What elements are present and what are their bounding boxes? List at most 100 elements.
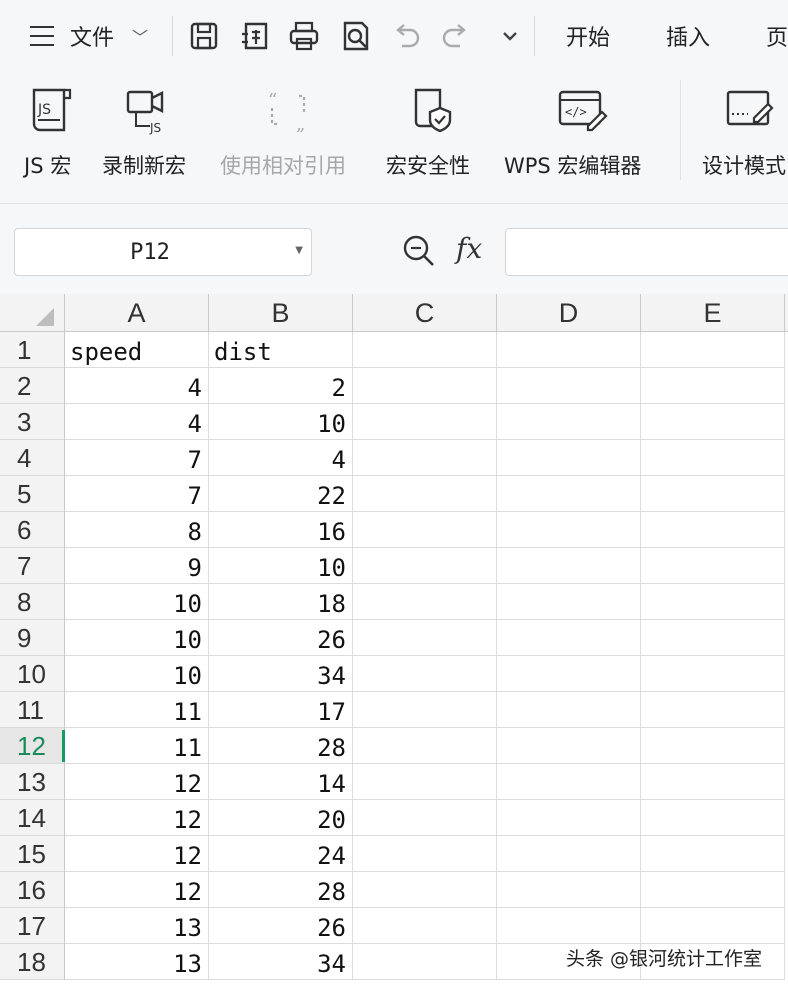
cell-d1[interactable] bbox=[497, 332, 641, 368]
cell-b14[interactable]: 20 bbox=[209, 800, 353, 836]
chevron-down-icon[interactable]: ﹀ bbox=[132, 18, 148, 54]
row-header[interactable]: 7 bbox=[0, 548, 65, 584]
row-header[interactable]: 16 bbox=[0, 872, 65, 908]
cell-a2[interactable]: 4 bbox=[65, 368, 209, 404]
tab-home[interactable]: 开始 bbox=[566, 20, 610, 52]
cell-a11[interactable]: 11 bbox=[65, 692, 209, 728]
save-icon[interactable] bbox=[188, 20, 220, 52]
cell-e5[interactable] bbox=[641, 476, 785, 512]
cell-c7[interactable] bbox=[353, 548, 497, 584]
print-preview-icon[interactable] bbox=[340, 20, 372, 52]
cell-a18[interactable]: 13 bbox=[65, 944, 209, 980]
cell-e13[interactable] bbox=[641, 764, 785, 800]
cell-e7[interactable] bbox=[641, 548, 785, 584]
column-header-e[interactable]: E bbox=[641, 294, 785, 332]
column-header-a[interactable]: A bbox=[65, 294, 209, 332]
cell-e16[interactable] bbox=[641, 872, 785, 908]
dropdown-arrow-icon[interactable]: ▼ bbox=[295, 245, 303, 256]
cell-e12[interactable] bbox=[641, 728, 785, 764]
cell-d5[interactable] bbox=[497, 476, 641, 512]
formula-input[interactable] bbox=[505, 228, 788, 276]
column-header-c[interactable]: C bbox=[353, 294, 497, 332]
cell-a10[interactable]: 10 bbox=[65, 656, 209, 692]
cell-b12[interactable]: 28 bbox=[209, 728, 353, 764]
cell-c15[interactable] bbox=[353, 836, 497, 872]
record-macro-button[interactable]: JS 录制新宏 bbox=[100, 80, 200, 190]
row-header[interactable]: 2 bbox=[0, 368, 65, 404]
cell-b5[interactable]: 22 bbox=[209, 476, 353, 512]
row-header[interactable]: 3 bbox=[0, 404, 65, 440]
cell-b4[interactable]: 4 bbox=[209, 440, 353, 476]
cell-c1[interactable] bbox=[353, 332, 497, 368]
row-header[interactable]: 9 bbox=[0, 620, 65, 656]
cell-c5[interactable] bbox=[353, 476, 497, 512]
cell-a4[interactable]: 7 bbox=[65, 440, 209, 476]
cell-b2[interactable]: 2 bbox=[209, 368, 353, 404]
cell-b15[interactable]: 24 bbox=[209, 836, 353, 872]
cell-e14[interactable] bbox=[641, 800, 785, 836]
row-header[interactable]: 5 bbox=[0, 476, 65, 512]
cell-d6[interactable] bbox=[497, 512, 641, 548]
relative-reference-button[interactable]: “„ 使用相对引用 bbox=[218, 80, 366, 190]
cell-a1[interactable]: speed bbox=[65, 332, 209, 368]
cell-c6[interactable] bbox=[353, 512, 497, 548]
cell-c11[interactable] bbox=[353, 692, 497, 728]
cell-e17[interactable] bbox=[641, 908, 785, 944]
column-header-d[interactable]: D bbox=[497, 294, 641, 332]
cell-d15[interactable] bbox=[497, 836, 641, 872]
cell-b6[interactable]: 16 bbox=[209, 512, 353, 548]
cell-a9[interactable]: 10 bbox=[65, 620, 209, 656]
cell-e15[interactable] bbox=[641, 836, 785, 872]
cell-e6[interactable] bbox=[641, 512, 785, 548]
cell-b8[interactable]: 18 bbox=[209, 584, 353, 620]
cell-a5[interactable]: 7 bbox=[65, 476, 209, 512]
row-header[interactable]: 11 bbox=[0, 692, 65, 728]
cell-b11[interactable]: 17 bbox=[209, 692, 353, 728]
cell-e10[interactable] bbox=[641, 656, 785, 692]
function-icon[interactable]: fx bbox=[456, 232, 482, 265]
cell-b16[interactable]: 28 bbox=[209, 872, 353, 908]
cell-c8[interactable] bbox=[353, 584, 497, 620]
cell-e2[interactable] bbox=[641, 368, 785, 404]
design-mode-button[interactable]: 设计模式 bbox=[700, 80, 788, 190]
cell-e3[interactable] bbox=[641, 404, 785, 440]
cell-c4[interactable] bbox=[353, 440, 497, 476]
row-header[interactable]: 10 bbox=[0, 656, 65, 692]
zoom-out-icon[interactable] bbox=[402, 234, 436, 268]
cell-a8[interactable]: 10 bbox=[65, 584, 209, 620]
cell-d2[interactable] bbox=[497, 368, 641, 404]
cell-c13[interactable] bbox=[353, 764, 497, 800]
cell-c9[interactable] bbox=[353, 620, 497, 656]
row-header[interactable]: 18 bbox=[0, 944, 65, 980]
column-header-b[interactable]: B bbox=[209, 294, 353, 332]
cell-e4[interactable] bbox=[641, 440, 785, 476]
more-dropdown-icon[interactable] bbox=[494, 20, 526, 52]
cell-b17[interactable]: 26 bbox=[209, 908, 353, 944]
print-icon[interactable] bbox=[288, 20, 320, 52]
undo-icon[interactable] bbox=[390, 20, 422, 52]
cell-a7[interactable]: 9 bbox=[65, 548, 209, 584]
cell-a16[interactable]: 12 bbox=[65, 872, 209, 908]
select-all-corner[interactable] bbox=[0, 294, 65, 332]
row-header[interactable]: 12 bbox=[0, 728, 65, 764]
cell-a12[interactable]: 11 bbox=[65, 728, 209, 764]
cell-e9[interactable] bbox=[641, 620, 785, 656]
cell-d13[interactable] bbox=[497, 764, 641, 800]
cell-e1[interactable] bbox=[641, 332, 785, 368]
row-header[interactable]: 13 bbox=[0, 764, 65, 800]
cell-a3[interactable]: 4 bbox=[65, 404, 209, 440]
cell-e11[interactable] bbox=[641, 692, 785, 728]
macro-editor-button[interactable]: </> WPS 宏编辑器 bbox=[502, 80, 662, 190]
cell-c3[interactable] bbox=[353, 404, 497, 440]
cell-a17[interactable]: 13 bbox=[65, 908, 209, 944]
cell-d11[interactable] bbox=[497, 692, 641, 728]
js-macro-button[interactable]: JS JS 宏 bbox=[20, 80, 86, 190]
cell-c14[interactable] bbox=[353, 800, 497, 836]
redo-icon[interactable] bbox=[440, 20, 472, 52]
cell-a14[interactable]: 12 bbox=[65, 800, 209, 836]
cell-c2[interactable] bbox=[353, 368, 497, 404]
cell-b9[interactable]: 26 bbox=[209, 620, 353, 656]
row-header[interactable]: 14 bbox=[0, 800, 65, 836]
cell-c12[interactable] bbox=[353, 728, 497, 764]
row-header[interactable]: 4 bbox=[0, 440, 65, 476]
